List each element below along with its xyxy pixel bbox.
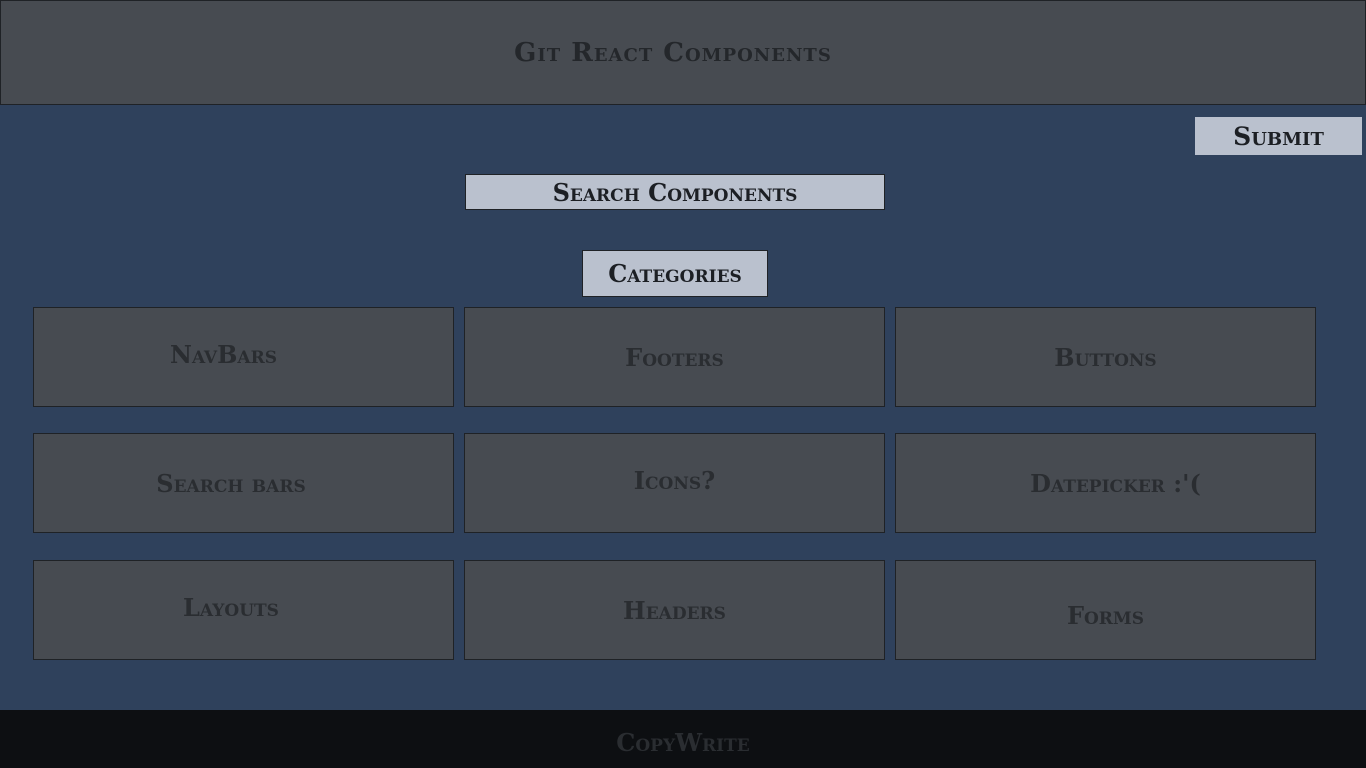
category-card-forms[interactable]: Forms [895, 560, 1316, 660]
categories-heading: Categories [582, 250, 768, 297]
category-label: NavBars [170, 339, 277, 369]
app-header: Git React Components [0, 0, 1366, 105]
category-card-search-bars[interactable]: Search bars [33, 433, 454, 533]
search-input[interactable] [466, 175, 884, 209]
category-label: Datepicker :'( [1030, 468, 1201, 498]
search-box[interactable] [465, 174, 885, 210]
submit-button[interactable]: Submit [1195, 117, 1362, 155]
category-card-datepicker[interactable]: Datepicker :'( [895, 433, 1316, 533]
category-card-buttons[interactable]: Buttons [895, 307, 1316, 407]
category-label: Buttons [1054, 342, 1157, 372]
app-title: Git React Components [514, 37, 832, 68]
category-label: Layouts [183, 593, 279, 622]
category-label: Headers [623, 595, 726, 625]
app-footer: CopyWrite [0, 710, 1366, 768]
category-label: Search bars [156, 468, 306, 498]
category-card-navbars[interactable]: NavBars [33, 307, 454, 407]
category-card-icons[interactable]: Icons? [464, 433, 885, 533]
category-label: Icons? [633, 465, 716, 495]
category-label: Forms [1066, 600, 1145, 630]
category-label: Footers [625, 342, 724, 372]
copyright-text: CopyWrite [616, 727, 750, 757]
category-card-layouts[interactable]: Layouts [33, 560, 454, 660]
category-grid: NavBars Footers Buttons Search bars Icon… [33, 307, 1317, 661]
category-card-footers[interactable]: Footers [464, 307, 885, 407]
category-card-headers[interactable]: Headers [464, 560, 885, 660]
